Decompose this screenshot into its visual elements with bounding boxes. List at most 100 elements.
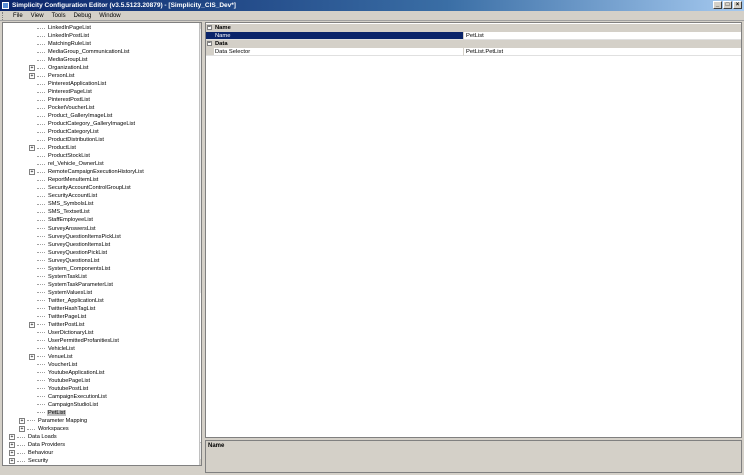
tree-node[interactable]: SecurityAccountControlGroupList (29, 184, 132, 192)
tree-connector (37, 228, 45, 229)
tree-node[interactable]: + PersonList (29, 72, 75, 80)
tree-node[interactable]: YoutubeApplicationList (29, 369, 105, 377)
tree-node[interactable]: MediaGroup_CommunicationList (29, 48, 130, 56)
expand-icon[interactable]: + (29, 145, 35, 152)
menu-window[interactable]: Window (95, 11, 124, 21)
tree-node[interactable]: SurveyAnswersList (29, 225, 97, 233)
tree-node[interactable]: SurveyQuestionItemsPickList (29, 233, 122, 241)
tree-node[interactable]: SystemTaskList (29, 273, 88, 281)
tree-node[interactable]: SurveyQuestionItemsList (29, 241, 111, 249)
expand-icon[interactable]: + (19, 417, 25, 424)
tree-connector (17, 444, 25, 446)
tree-node[interactable]: + ProductList (29, 144, 77, 152)
tree-node[interactable]: SecurityAccountList (29, 192, 98, 200)
tree-node[interactable]: + Behaviour (9, 449, 54, 457)
tree-node[interactable]: ProductStockList (29, 152, 91, 160)
expand-icon[interactable]: + (29, 169, 35, 176)
tree-node[interactable]: + Data Loads (9, 433, 58, 441)
tree-node[interactable]: PinterestApplicationList (29, 80, 107, 88)
tree-node[interactable]: StaffEmployeeList (29, 216, 94, 224)
description-pane: Name (205, 440, 742, 473)
property-category[interactable]: − Name (206, 24, 741, 32)
tree-node[interactable]: MatchingRuleList (29, 40, 92, 48)
tree-node[interactable]: PinterestPostList (29, 96, 91, 104)
tree-node-label: LinkedInPostList (48, 33, 90, 40)
tree-node[interactable]: rel_Vehicle_OwnerList (29, 160, 105, 168)
expand-icon[interactable]: + (29, 353, 35, 360)
tree-node-label: ProductCategory_GalleryImageList (48, 121, 136, 128)
expand-icon[interactable]: + (9, 442, 15, 449)
tree-node[interactable]: + Workspaces (19, 425, 70, 433)
tree-node[interactable]: SurveyQuestionsList (29, 257, 100, 265)
menu-file[interactable]: File (9, 11, 27, 21)
tree-node[interactable]: SMS_SymbolsList (29, 200, 94, 208)
menu-tools[interactable]: Tools (48, 11, 70, 21)
configuration-tree[interactable]: ▲ ▼ LinkedInPageListLinkedInPostListMatc… (2, 22, 202, 466)
property-row[interactable]: Data Selector PetList.PetList (206, 48, 741, 56)
tree-node[interactable]: ProductCategoryList (29, 128, 100, 136)
tree-node[interactable]: + OrganizationList (29, 64, 89, 72)
tree-node[interactable]: Twitter_ApplicationList (29, 297, 105, 305)
property-value-input[interactable]: PetList (464, 32, 741, 40)
tree-node[interactable]: CampaignExecutionList (29, 393, 108, 401)
tree-node[interactable]: UserPermittedProfanitiesList (29, 337, 120, 345)
collapse-icon[interactable]: − (207, 41, 212, 46)
close-button[interactable]: × (733, 1, 742, 9)
tree-node[interactable]: Product_GalleryImageList (29, 112, 113, 120)
title-bar[interactable]: Simplicity Configuration Editor (v3.5.51… (0, 0, 744, 11)
menu-debug[interactable]: Debug (70, 11, 96, 21)
expand-icon[interactable]: + (29, 321, 35, 328)
tree-node[interactable]: LinkedInPostList (29, 32, 90, 40)
property-grid[interactable]: − Name Name PetList − Data Data Selector PetLis… (205, 22, 742, 438)
expand-icon[interactable]: + (9, 450, 15, 457)
tree-node[interactable]: SystemTaskParameterList (29, 281, 114, 289)
tree-node[interactable]: YoutubePageList (29, 377, 91, 385)
tree-node[interactable]: ProductCategory_GalleryImageList (29, 120, 136, 128)
tree-node[interactable]: PetList (29, 409, 67, 417)
property-row[interactable]: Name PetList (206, 32, 741, 40)
expand-icon[interactable]: + (29, 73, 35, 80)
tree-node[interactable]: SMS_TextsetList (29, 208, 91, 216)
tree-node[interactable]: + Parameter Mapping (19, 417, 88, 425)
minimize-button[interactable]: _ (713, 1, 722, 9)
tree-node[interactable]: CampaignStudioList (29, 401, 99, 409)
property-category[interactable]: − Data (206, 40, 741, 48)
tree-node[interactable]: + Security (9, 457, 49, 465)
tree-node[interactable]: YoutubePostList (29, 385, 89, 393)
tree-node[interactable]: + RemoteCampaignExecutionHistoryList (29, 168, 145, 176)
tree-node[interactable]: System_ComponentsList (29, 265, 111, 273)
tree-connector (17, 460, 25, 462)
collapse-icon[interactable]: − (207, 25, 212, 30)
tree-node[interactable]: + VenueList (29, 353, 74, 361)
tree-node[interactable]: VehicleList (29, 345, 76, 353)
tree-node-label: TwitterPostList (48, 321, 85, 328)
expand-icon[interactable]: + (19, 426, 25, 432)
expand-icon[interactable]: + (9, 434, 15, 441)
tree-node[interactable]: UserDictionaryList (29, 329, 94, 337)
tree-node[interactable]: SurveyQuestionPickList (29, 249, 108, 257)
expand-icon[interactable]: + (9, 458, 15, 465)
tree-node[interactable]: PinterestPageList (29, 88, 93, 96)
property-value-input[interactable]: PetList.PetList (464, 48, 741, 56)
maximize-button[interactable]: □ (723, 1, 732, 9)
menu-view[interactable]: View (27, 11, 48, 21)
tree-node[interactable]: TwitterPageList (29, 313, 87, 321)
tree-node[interactable]: + Data Providers (9, 441, 66, 449)
tree-node[interactable]: ProductDistributionList (29, 136, 105, 144)
tree-node[interactable]: ReportMenuItemList (29, 176, 99, 184)
tree-node[interactable]: LinkedInPageList (29, 24, 92, 32)
tree-node[interactable]: MediaGroupList (29, 56, 89, 64)
tree-node[interactable]: SystemValuesList (29, 289, 93, 297)
tree-node[interactable]: VoucherList (29, 361, 78, 369)
tree-node-label: SurveyQuestionPickList (48, 249, 108, 256)
tree-node[interactable]: + TwitterPostList (29, 321, 85, 329)
expand-icon[interactable]: + (29, 65, 35, 72)
tree-node-label: MatchingRuleList (48, 41, 91, 48)
tree-node[interactable]: TwitterHashTagList (29, 305, 96, 313)
tree-node[interactable]: PocketVoucherList (29, 104, 95, 112)
